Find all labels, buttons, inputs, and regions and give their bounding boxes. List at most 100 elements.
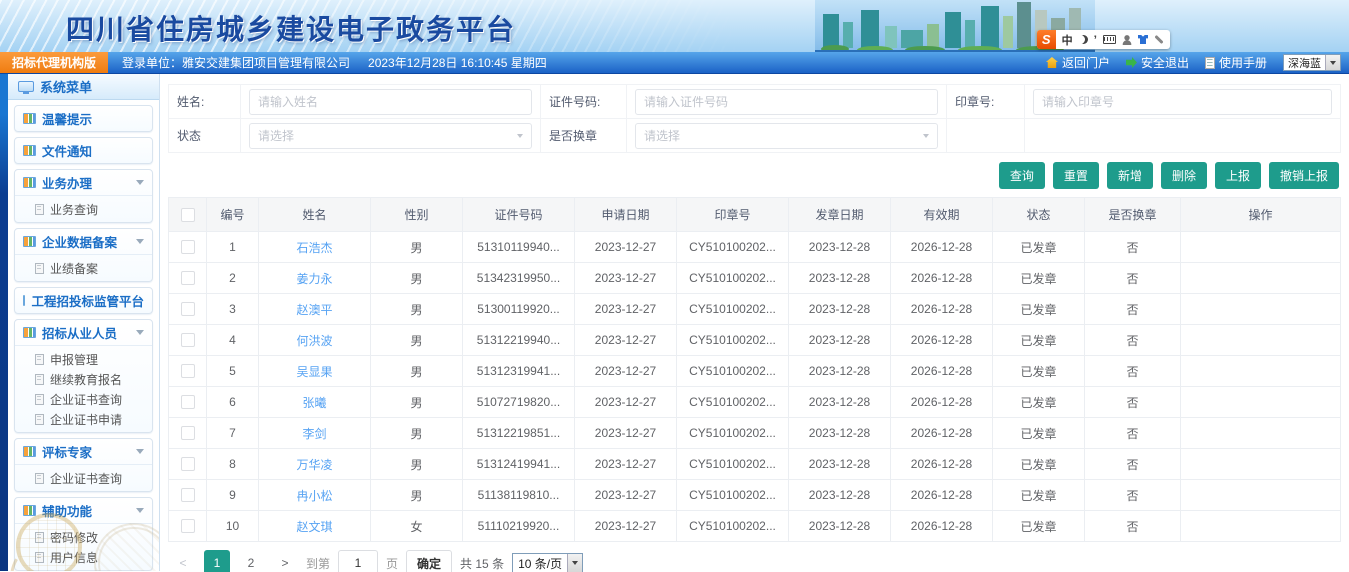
goto-page-input[interactable] [338,550,378,572]
page-unit-label: 页 [386,555,398,572]
table-row: 4何洪波男51312219940...2023-12-27CY510100202… [169,325,1341,356]
row-checkbox[interactable] [181,364,195,378]
menu-group-header[interactable]: 企业数据备案 [15,229,152,254]
prev-page-button[interactable]: < [170,550,196,572]
menu-group-header[interactable]: 招标从业人员 [15,320,152,345]
cell-issue_date: 2023-12-28 [789,294,891,325]
chevron-down-icon [517,134,523,138]
report-button[interactable]: 上报 [1215,162,1261,189]
cell-seal_no: CY510100202... [677,418,789,449]
skin-icon[interactable] [1138,35,1148,44]
chinese-mode-icon[interactable]: 中 [1062,32,1073,48]
cell-id_no: 51312219851... [463,418,575,449]
menu-group-6: 招标从业人员申报管理继续教育报名企业证书查询企业证书申请 [14,319,153,433]
row-checkbox[interactable] [181,426,195,440]
person-icon[interactable] [1122,35,1132,45]
menu-group-header[interactable]: 文件通知 [15,138,152,163]
page-size-select[interactable]: 10 条/页 [512,553,583,572]
menu-sub-item[interactable]: 业绩备案 [15,258,152,278]
row-checkbox[interactable] [181,457,195,471]
person-name-link[interactable]: 冉小松 [296,489,332,503]
person-name-link[interactable]: 万华凌 [296,458,332,472]
query-button[interactable]: 查询 [999,162,1045,189]
cell-id_no: 51342319950... [463,263,575,294]
menu-group-header[interactable]: 评标专家 [15,439,152,464]
table-body: 1石浩杰男51310119940...2023-12-27CY510100202… [169,232,1341,542]
chevron-down-icon [136,330,144,335]
menu-sub-item[interactable]: 企业证书查询 [15,468,152,488]
edition-badge: 招标代理机构版 [0,52,108,73]
logout-icon [1126,57,1137,68]
menu-sub-item-label: 企业证书查询 [50,391,122,408]
row-checkbox[interactable] [181,333,195,347]
cell-changed: 否 [1085,387,1181,418]
cell-apply_date: 2023-12-27 [575,387,677,418]
page-button-2[interactable]: 2 [238,550,264,572]
cell-seal_no: CY510100202... [677,263,789,294]
menu-sub-item[interactable]: 申报管理 [15,349,152,369]
seal-change-select[interactable]: 请选择 [635,123,938,149]
cell-apply_date: 2023-12-27 [575,325,677,356]
person-name-link[interactable]: 张曦 [302,396,326,410]
cell-seal_no: CY510100202... [677,387,789,418]
name-input[interactable] [249,89,532,115]
cell-no: 6 [207,387,259,418]
menu-grid-icon [23,177,36,188]
safe-logout-link[interactable]: 安全退出 [1126,54,1189,71]
cell-gender: 男 [371,232,463,263]
cell-no: 7 [207,418,259,449]
menu-group-4: 企业数据备案业绩备案 [14,228,153,282]
row-checkbox[interactable] [181,519,195,533]
row-checkbox[interactable] [181,302,195,316]
row-checkbox[interactable] [181,271,195,285]
menu-group-header[interactable]: 温馨提示 [15,106,152,131]
seal-number-input[interactable] [1033,89,1332,115]
confirm-button[interactable]: 确定 [406,550,452,572]
row-checkbox[interactable] [181,395,195,409]
person-name-link[interactable]: 赵文琪 [296,520,332,534]
id-number-input[interactable] [635,89,938,115]
menu-sub-item[interactable]: 企业证书申请 [15,409,152,429]
menu-group-header[interactable]: 业务办理 [15,170,152,195]
cell-status: 已发章 [993,232,1085,263]
top-bar: 招标代理机构版 登录单位：雅安交建集团项目管理有限公司 2023年12月28日 … [0,52,1349,74]
menu-sub-list: 业务查询 [15,195,152,222]
cell-id_no: 51312319941... [463,356,575,387]
delete-button[interactable]: 删除 [1161,162,1207,189]
person-name-link[interactable]: 吴显果 [296,365,332,379]
keyboard-icon[interactable] [1103,35,1116,44]
menu-sub-item[interactable]: 企业证书查询 [15,389,152,409]
sogou-logo-icon[interactable]: S [1037,30,1056,49]
table-row: 7李剑男51312219851...2023-12-27CY510100202.… [169,418,1341,449]
select-all-checkbox[interactable] [181,208,195,222]
reset-button[interactable]: 重置 [1053,162,1099,189]
user-manual-link[interactable]: 使用手册 [1205,54,1267,71]
next-page-button[interactable]: > [272,550,298,572]
moon-icon[interactable] [1079,35,1088,44]
person-name-link[interactable]: 石浩杰 [296,241,332,255]
wrench-icon[interactable] [1154,35,1163,44]
page-button-1[interactable]: 1 [204,550,230,572]
row-checkbox[interactable] [181,240,195,254]
column-header: 申请日期 [575,198,677,232]
cell-gender: 男 [371,480,463,511]
cell-apply_date: 2023-12-27 [575,480,677,511]
person-name-link[interactable]: 何洪波 [296,334,332,348]
cell-no: 1 [207,232,259,263]
menu-sub-item[interactable]: 继续教育报名 [15,369,152,389]
status-select[interactable]: 请选择 [249,123,532,149]
row-checkbox[interactable] [181,488,195,502]
cell-action [1181,511,1341,542]
cancel-report-button[interactable]: 撤销上报 [1269,162,1339,189]
cell-action [1181,387,1341,418]
punctuation-icon[interactable]: ’ [1094,36,1097,44]
return-portal-link[interactable]: 返回门户 [1046,54,1110,71]
cell-issue_date: 2023-12-28 [789,232,891,263]
person-name-link[interactable]: 李剑 [302,427,326,441]
menu-sub-item[interactable]: 业务查询 [15,199,152,219]
menu-group-header[interactable]: 工程招投标监管平台 [15,288,152,313]
person-name-link[interactable]: 赵澳平 [296,303,332,317]
person-name-link[interactable]: 姜力永 [296,272,332,286]
theme-select[interactable]: 深海蓝 [1283,54,1341,71]
add-button[interactable]: 新增 [1107,162,1153,189]
